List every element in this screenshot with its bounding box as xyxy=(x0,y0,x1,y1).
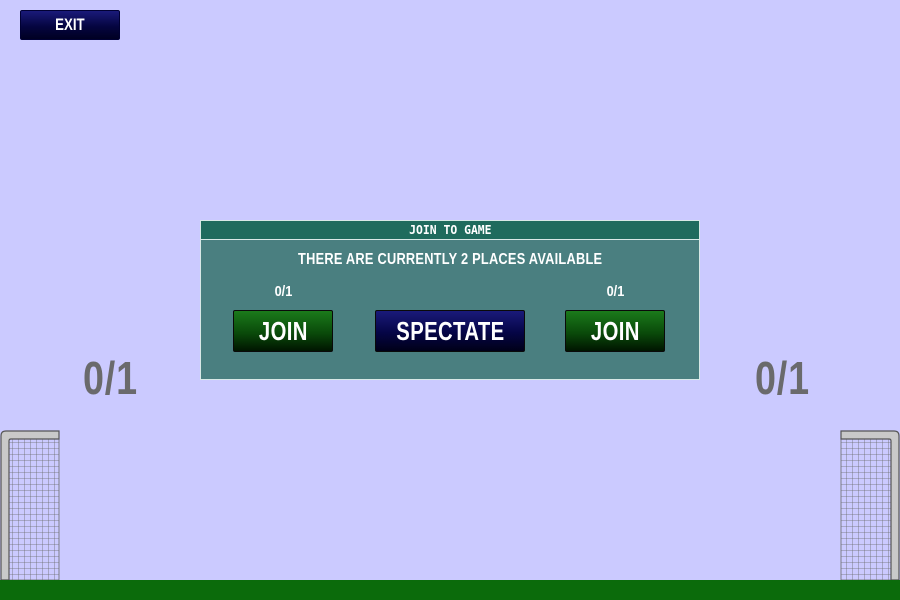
dialog-title: JOIN TO GAME xyxy=(408,223,492,237)
exit-button[interactable]: EXIT xyxy=(20,10,120,40)
right-slot-count-text: 0/1 xyxy=(606,283,624,300)
exit-button-label: EXIT xyxy=(55,15,85,34)
places-available-message: THERE ARE CURRENTLY 2 PLACES AVAILABLE xyxy=(201,251,699,269)
right-goal xyxy=(840,430,900,580)
right-team-score: 0/1 xyxy=(755,352,810,404)
dialog-titlebar: JOIN TO GAME xyxy=(201,221,699,240)
left-slot-count: 0/1 xyxy=(233,283,333,301)
right-slot-count: 0/1 xyxy=(565,283,665,301)
join-right-team-button[interactable]: JOIN xyxy=(565,310,665,352)
left-goal xyxy=(0,430,60,580)
ground xyxy=(0,580,900,600)
join-game-dialog: JOIN TO GAME THERE ARE CURRENTLY 2 PLACE… xyxy=(200,220,700,380)
spectate-button[interactable]: SPECTATE xyxy=(375,310,525,352)
join-left-team-button[interactable]: JOIN xyxy=(233,310,333,352)
join-right-team-label: JOIN xyxy=(590,315,640,346)
left-slot-count-text: 0/1 xyxy=(274,283,292,300)
left-team-score: 0/1 xyxy=(83,352,138,404)
join-left-team-label: JOIN xyxy=(258,315,308,346)
spectate-label: SPECTATE xyxy=(395,315,505,346)
places-available-text: THERE ARE CURRENTLY 2 PLACES AVAILABLE xyxy=(297,251,603,268)
